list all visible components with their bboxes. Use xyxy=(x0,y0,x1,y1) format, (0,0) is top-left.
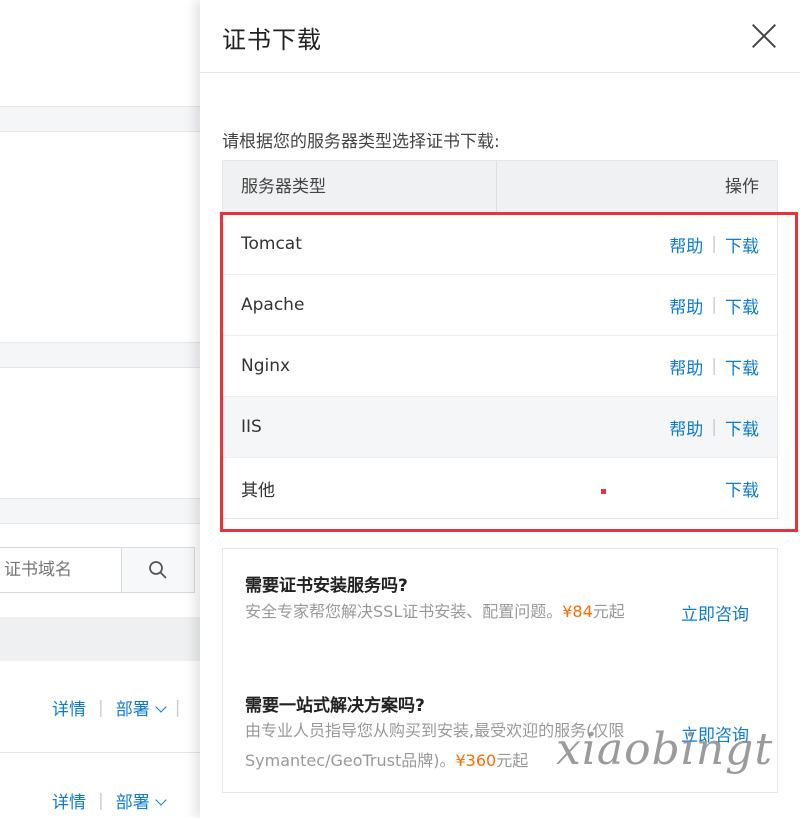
server-name: IIS xyxy=(241,417,262,437)
server-name: 其他 xyxy=(241,480,275,501)
row-actions: 下载 xyxy=(725,476,777,501)
chevron-down-icon xyxy=(155,794,167,806)
table-row: Nginx 帮助 | 下载 xyxy=(223,336,777,397)
chevron-down-icon xyxy=(155,701,167,713)
download-link-tomcat[interactable]: 下载 xyxy=(725,232,759,257)
bg-row-divider xyxy=(0,752,200,753)
divider: | xyxy=(711,356,717,376)
service-price: ¥84 xyxy=(562,602,593,621)
table-row: IIS 帮助 | 下载 xyxy=(223,397,777,458)
divider: | xyxy=(98,697,104,718)
bg-section-band xyxy=(0,342,200,368)
service-question: 需要证书安装服务吗? xyxy=(245,576,408,596)
table-row: Tomcat 帮助 | 下载 xyxy=(223,214,777,275)
table-row: Apache 帮助 | 下载 xyxy=(223,275,777,336)
download-link-apache[interactable]: 下载 xyxy=(725,293,759,318)
bg-row-actions: 详情 | 部署 xyxy=(52,788,167,813)
server-type-table: 服务器类型 操作 Tomcat 帮助 | 下载 Apache 帮助 | 下载 N… xyxy=(222,160,778,519)
divider: | xyxy=(174,697,181,718)
bg-row-actions: 详情 | 部署 | xyxy=(52,695,181,721)
bg-section-band xyxy=(0,498,200,524)
service-desc-suffix: 元起 xyxy=(592,602,625,621)
certificate-download-drawer: 证书下载 请根据您的服务器类型选择证书下载: 服务器类型 操作 Tomcat 帮… xyxy=(200,0,800,818)
header-server-type: 服务器类型 xyxy=(223,161,497,213)
header-action: 操作 xyxy=(725,177,759,197)
service-description: 安全专家帮您解决SSL证书安装、配置问题。¥84元起 xyxy=(245,597,665,627)
divider: | xyxy=(711,234,717,254)
bg-details-link[interactable]: 详情 xyxy=(52,695,86,720)
row-actions: 帮助 | 下载 xyxy=(669,232,777,257)
row-actions: 帮助 | 下载 xyxy=(669,293,777,318)
bg-deploy-label: 部署 xyxy=(115,793,150,813)
help-link-apache[interactable]: 帮助 xyxy=(669,293,703,318)
divider: | xyxy=(711,417,717,437)
server-name: Tomcat xyxy=(241,234,302,254)
table-header: 服务器类型 操作 xyxy=(223,161,777,214)
drawer-header: 证书下载 xyxy=(200,0,800,73)
service-desc-suffix: 元起 xyxy=(496,751,529,770)
consult-link[interactable]: 立即咨询 xyxy=(681,600,749,625)
row-actions: 帮助 | 下载 xyxy=(669,354,777,379)
bg-deploy-label: 部署 xyxy=(115,700,150,720)
background-page: 详情 | 部署 | 详情 | 部署 xyxy=(0,0,200,818)
divider: | xyxy=(711,295,717,315)
bg-deploy-dropdown[interactable]: 部署 xyxy=(115,788,167,813)
service-desc-text: 安全专家帮您解决SSL证书安装、配置问题。 xyxy=(245,602,563,621)
annotation-dot xyxy=(601,489,606,494)
bg-search-box xyxy=(0,547,122,593)
divider: | xyxy=(98,790,104,811)
service-price: ¥360 xyxy=(455,751,497,770)
bg-deploy-dropdown[interactable]: 部署 xyxy=(115,695,167,720)
close-icon[interactable] xyxy=(748,20,780,52)
download-link-nginx[interactable]: 下载 xyxy=(725,354,759,379)
download-link-other[interactable]: 下载 xyxy=(725,476,759,501)
help-link-tomcat[interactable]: 帮助 xyxy=(669,232,703,257)
server-name: Apache xyxy=(241,295,305,315)
bg-search-button[interactable] xyxy=(121,547,195,593)
service-question: 需要一站式解决方案吗? xyxy=(245,696,425,716)
bg-section-band xyxy=(0,106,200,132)
server-name: Nginx xyxy=(241,356,291,376)
row-actions: 帮助 | 下载 xyxy=(669,415,777,440)
help-link-nginx[interactable]: 帮助 xyxy=(669,354,703,379)
bg-table-header xyxy=(0,617,200,661)
search-icon xyxy=(149,561,167,579)
table-row: 其他 下载 xyxy=(223,458,777,518)
intro-text: 请根据您的服务器类型选择证书下载: xyxy=(222,132,500,152)
drawer-title: 证书下载 xyxy=(222,26,322,54)
help-link-iis[interactable]: 帮助 xyxy=(669,415,703,440)
bg-details-link[interactable]: 详情 xyxy=(52,788,86,813)
bg-search-input[interactable] xyxy=(0,548,122,592)
watermark: xiaobingt xyxy=(556,724,774,775)
download-link-iis[interactable]: 下载 xyxy=(725,415,759,440)
